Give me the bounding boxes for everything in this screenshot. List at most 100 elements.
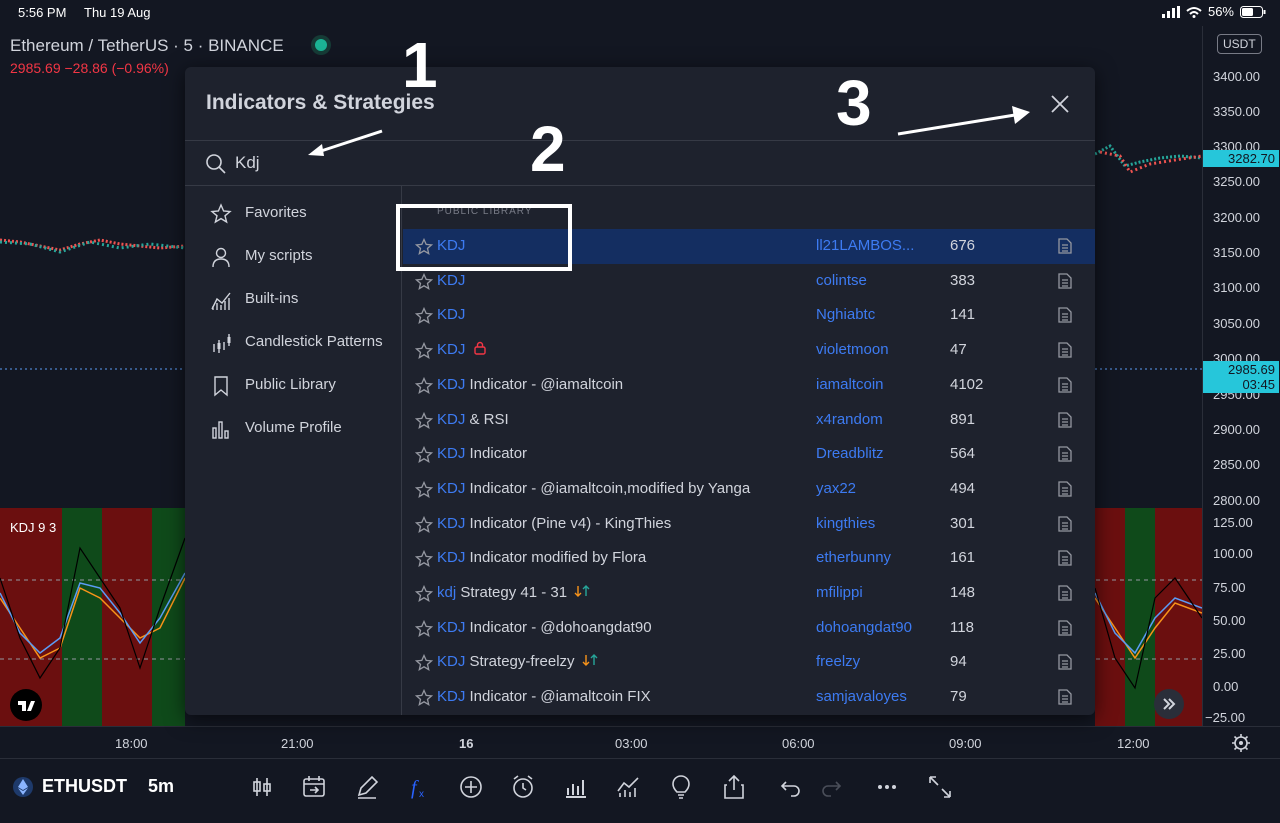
time-axis[interactable]: 18:00 21:00 16 03:00 06:00 09:00 12:00 bbox=[0, 726, 1280, 758]
favorite-star-icon[interactable] bbox=[415, 446, 433, 464]
redo-icon[interactable] bbox=[817, 773, 845, 801]
favorite-star-icon[interactable] bbox=[415, 515, 433, 534]
result-name: KDJ bbox=[437, 237, 465, 254]
result-row[interactable]: KDJ colintse 383 bbox=[403, 264, 1095, 299]
section-header: PUBLIC LIBRARY bbox=[437, 206, 533, 217]
result-name: KDJ Indicator (Pine v4) - KingThies bbox=[437, 515, 671, 532]
search-bar[interactable] bbox=[185, 140, 1095, 186]
favorite-star-icon[interactable] bbox=[415, 550, 433, 568]
result-author[interactable]: yax22 bbox=[816, 480, 856, 497]
source-document-icon[interactable] bbox=[1058, 411, 1072, 428]
source-document-icon[interactable] bbox=[1058, 273, 1072, 289]
source-document-icon[interactable] bbox=[1058, 620, 1072, 636]
result-row[interactable]: KDJ Indicator Dreadblitz 564 bbox=[403, 437, 1095, 472]
sidebar-item-my-scripts[interactable]: My scripts bbox=[185, 237, 402, 277]
result-row[interactable]: kdj Strategy 41 - 31 mfilippi 148 bbox=[403, 576, 1095, 611]
undo-icon[interactable] bbox=[777, 773, 805, 801]
share-icon[interactable] bbox=[720, 773, 748, 801]
fullscreen-icon[interactable] bbox=[926, 773, 954, 801]
compare-calendar-icon[interactable] bbox=[300, 773, 328, 801]
sidebar-item-public-library[interactable]: Public Library bbox=[185, 366, 402, 406]
indicators-fx-icon[interactable]: fx bbox=[405, 773, 433, 801]
source-document-icon[interactable] bbox=[1058, 307, 1072, 324]
result-name-match: KDJ bbox=[437, 410, 466, 428]
scroll-to-realtime-button[interactable] bbox=[1154, 689, 1184, 719]
result-author[interactable]: Dreadblitz bbox=[816, 445, 884, 462]
result-row[interactable]: KDJ ll21LAMBOS... 676 bbox=[403, 229, 1095, 264]
result-row[interactable]: KDJ Indicator - @iamaltcoin FIX samjavalo… bbox=[403, 680, 1095, 715]
result-row[interactable]: KDJ Indicator (Pine v4) - KingThies kingt… bbox=[403, 507, 1095, 542]
favorite-star-icon[interactable] bbox=[415, 585, 433, 603]
time-tick: 18:00 bbox=[115, 736, 148, 751]
result-row[interactable]: KDJ Nghiabtc 141 bbox=[403, 298, 1095, 333]
source-document-icon[interactable] bbox=[1058, 446, 1072, 462]
result-row[interactable]: KDJ Indicator - @dohoangdat90 dohoangdat9… bbox=[403, 611, 1095, 646]
result-author[interactable]: freelzy bbox=[816, 653, 860, 670]
result-author[interactable]: kingthies bbox=[816, 515, 875, 532]
sidebar-item-label: Favorites bbox=[245, 204, 307, 221]
favorite-star-icon[interactable] bbox=[415, 238, 433, 256]
result-author[interactable]: mfilippi bbox=[816, 584, 863, 601]
favorite-star-icon[interactable] bbox=[415, 307, 433, 325]
result-row[interactable]: KDJ Strategy-freelzy freelzy 94 bbox=[403, 645, 1095, 680]
result-likes-count: 383 bbox=[950, 271, 976, 289]
favorite-star-icon[interactable] bbox=[415, 654, 433, 672]
source-document-icon[interactable] bbox=[1058, 515, 1072, 532]
alarm-clock-icon[interactable] bbox=[509, 773, 537, 801]
result-author[interactable]: etherbunny bbox=[816, 549, 891, 566]
source-document-icon[interactable] bbox=[1058, 481, 1072, 497]
sidebar-item-label: Built-ins bbox=[245, 290, 299, 307]
symbol-title[interactable]: Ethereum / TetherUS · 5 · BINANCE bbox=[10, 36, 284, 56]
result-row[interactable]: KDJ & RSI x4random 891 bbox=[403, 403, 1095, 438]
favorite-star-icon[interactable] bbox=[415, 689, 433, 707]
favorite-star-icon[interactable] bbox=[415, 480, 433, 499]
close-icon[interactable] bbox=[1045, 89, 1075, 119]
result-author[interactable]: x4random bbox=[816, 411, 883, 428]
tradingview-logo[interactable] bbox=[10, 689, 42, 721]
favorite-star-icon[interactable] bbox=[415, 619, 433, 638]
timeframe-button[interactable]: 5m bbox=[148, 776, 174, 797]
result-author[interactable]: violetmoon bbox=[816, 341, 889, 358]
result-author[interactable]: ll21LAMBOS... bbox=[816, 237, 914, 254]
currency-button[interactable]: USDT bbox=[1217, 34, 1262, 54]
result-name: kdj Strategy 41 - 31 bbox=[437, 584, 590, 601]
result-row[interactable]: KDJ Indicator modified by Flora etherbunn… bbox=[403, 541, 1095, 576]
add-plus-icon[interactable] bbox=[457, 773, 485, 801]
sidebar-item-volume-profile[interactable]: Volume Profile bbox=[185, 409, 402, 449]
indicator-label[interactable]: KDJ 9 3 bbox=[10, 520, 56, 535]
result-author[interactable]: Nghiabtc bbox=[816, 306, 875, 323]
sidebar-item-built-ins[interactable]: Built-ins bbox=[185, 280, 402, 320]
favorite-star-icon[interactable] bbox=[415, 272, 433, 291]
more-ellipsis-icon[interactable] bbox=[873, 773, 901, 801]
sidebar-item-favorites[interactable]: Favorites bbox=[185, 194, 402, 234]
symbol-button[interactable]: ETHUSDT bbox=[42, 776, 127, 797]
source-document-icon[interactable] bbox=[1058, 238, 1072, 254]
result-author[interactable]: dohoangdat90 bbox=[816, 619, 912, 636]
result-author[interactable]: iamaltcoin bbox=[816, 376, 884, 393]
favorite-star-icon[interactable] bbox=[415, 411, 433, 430]
source-document-icon[interactable] bbox=[1058, 654, 1072, 671]
result-author[interactable]: samjavaloyes bbox=[816, 688, 907, 705]
results-list[interactable]: PUBLIC LIBRARY KDJ ll21LAMBOS... 676 KDJ col… bbox=[403, 186, 1095, 715]
source-document-icon[interactable] bbox=[1058, 550, 1072, 566]
source-document-icon[interactable] bbox=[1058, 585, 1072, 601]
financials-bars-icon[interactable] bbox=[562, 773, 590, 801]
strategy-chart-icon[interactable] bbox=[614, 773, 642, 801]
favorite-star-icon[interactable] bbox=[415, 342, 433, 360]
drawing-pen-icon[interactable] bbox=[353, 773, 381, 801]
source-document-icon[interactable] bbox=[1058, 342, 1072, 358]
result-row[interactable]: KDJ Indicator - @iamaltcoin iamaltcoin 410… bbox=[403, 368, 1095, 403]
chart-type-icon[interactable] bbox=[248, 773, 276, 801]
idea-lightbulb-icon[interactable] bbox=[667, 773, 695, 801]
source-document-icon[interactable] bbox=[1058, 377, 1072, 393]
sidebar-item-candlestick-patterns[interactable]: Candlestick Patterns bbox=[185, 323, 402, 363]
status-time: 5:56 PM bbox=[18, 5, 67, 20]
favorite-star-icon[interactable] bbox=[415, 376, 433, 395]
result-author[interactable]: colintse bbox=[816, 272, 867, 289]
result-row[interactable]: KDJ violetmoon 47 bbox=[403, 333, 1095, 368]
price-axis[interactable]: USDT 3400.00 3350.00 3300.00 3250.00 320… bbox=[1202, 26, 1280, 726]
result-row[interactable]: KDJ Indicator - @iamaltcoin,modified by … bbox=[403, 472, 1095, 507]
source-document-icon[interactable] bbox=[1058, 689, 1072, 705]
settings-gear-icon[interactable] bbox=[1231, 733, 1251, 753]
star-icon bbox=[210, 203, 232, 224]
